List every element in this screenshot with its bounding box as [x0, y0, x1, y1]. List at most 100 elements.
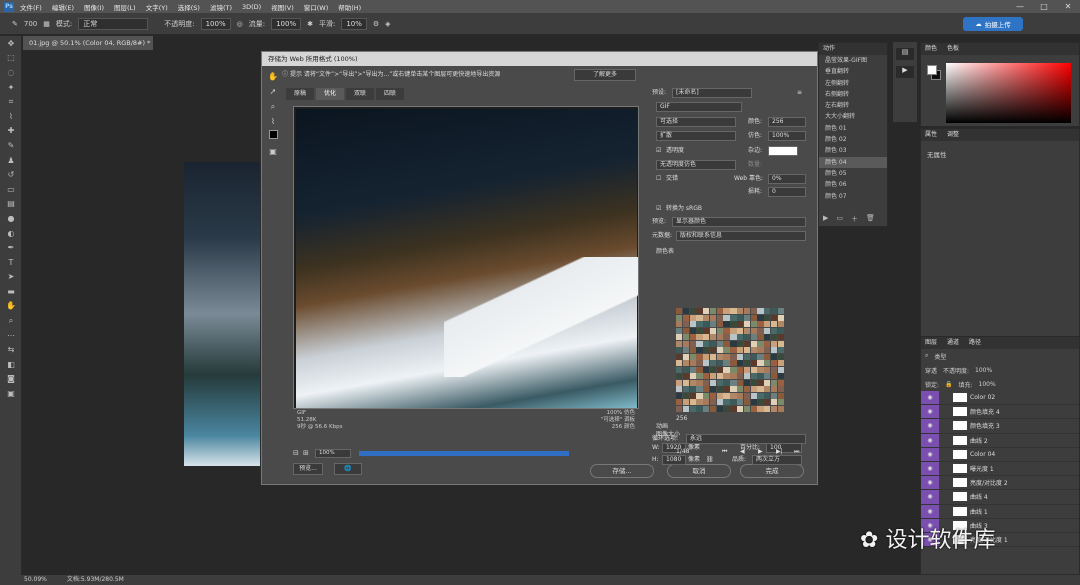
colors-input[interactable]: 256: [768, 117, 806, 127]
palette-swatch[interactable]: [682, 347, 690, 354]
palette-swatch[interactable]: [676, 360, 683, 367]
palette-swatch[interactable]: [682, 340, 690, 347]
palette-swatch[interactable]: [750, 360, 757, 367]
tab-adjustments[interactable]: 调整: [947, 129, 959, 141]
maximize-button[interactable]: □: [1032, 0, 1056, 13]
actions-panel-icon[interactable]: ▶: [896, 66, 914, 78]
eye-icon[interactable]: ◉: [921, 419, 939, 433]
palette-swatch[interactable]: [709, 327, 717, 334]
palette-swatch[interactable]: [723, 334, 730, 341]
palette-swatch[interactable]: [689, 373, 696, 380]
palette-swatch[interactable]: [737, 360, 744, 367]
palette-swatch[interactable]: [743, 386, 751, 393]
palette-swatch[interactable]: [709, 360, 717, 367]
palette-swatch[interactable]: [689, 366, 696, 373]
palette-swatch[interactable]: [764, 327, 771, 334]
palette-swatch[interactable]: [750, 340, 757, 347]
palette-swatch[interactable]: [689, 399, 696, 406]
palette-swatch[interactable]: [703, 353, 710, 360]
palette-swatch[interactable]: [696, 347, 703, 354]
menu-image[interactable]: 图像(I): [84, 2, 104, 12]
palette-swatch[interactable]: [743, 327, 751, 334]
palette-swatch[interactable]: [689, 340, 696, 347]
palette-swatch[interactable]: [770, 405, 778, 412]
status-zoom[interactable]: 50.09%: [24, 575, 47, 585]
learn-more-button[interactable]: 了解更多: [574, 69, 636, 81]
layer-row[interactable]: ◉ 曝光度 1: [921, 461, 1079, 477]
palette-swatch[interactable]: [709, 340, 717, 347]
palette-swatch[interactable]: [743, 379, 751, 386]
palette-swatch[interactable]: [750, 353, 757, 360]
tab-paths[interactable]: 路径: [969, 337, 981, 349]
palette-swatch[interactable]: [716, 379, 723, 386]
palette-swatch[interactable]: [716, 392, 723, 399]
shape-tool-icon[interactable]: ▬: [0, 284, 22, 299]
palette-swatch[interactable]: [716, 405, 723, 412]
palette-swatch[interactable]: [723, 308, 730, 315]
palette-swatch[interactable]: [682, 366, 690, 373]
palette-swatch[interactable]: [676, 340, 683, 347]
palette-swatch[interactable]: [689, 379, 696, 386]
play-icon[interactable]: ▶: [823, 214, 828, 226]
palette-swatch[interactable]: [757, 321, 764, 328]
palette-swatch[interactable]: [737, 392, 744, 399]
close-button[interactable]: ✕: [1056, 0, 1080, 13]
action-item[interactable]: 晶莹效果-GIF图: [819, 55, 887, 66]
palette-swatch[interactable]: [682, 353, 690, 360]
palette-swatch[interactable]: [757, 314, 764, 321]
type-tool-icon[interactable]: T: [0, 255, 22, 270]
palette-swatch[interactable]: [709, 386, 717, 393]
dither-input[interactable]: 100%: [768, 131, 806, 141]
palette-swatch[interactable]: [777, 334, 784, 341]
flow-input[interactable]: 100%: [271, 17, 302, 30]
action-item[interactable]: 左右翻转: [819, 100, 887, 111]
zoom-out-icon[interactable]: ⊟: [293, 449, 299, 457]
more-tools-icon[interactable]: ⋯: [0, 328, 22, 343]
palette-swatch[interactable]: [777, 314, 784, 321]
brush-panel-icon[interactable]: ▦: [43, 20, 50, 28]
next-frame-icon[interactable]: ▶|: [776, 447, 783, 457]
toggle-slices-icon[interactable]: ▣: [266, 145, 280, 159]
palette-swatch[interactable]: [709, 379, 717, 386]
move-tool-icon[interactable]: ✥: [0, 36, 22, 51]
palette-swatch[interactable]: [696, 366, 703, 373]
palette-swatch[interactable]: [696, 360, 703, 367]
format-select[interactable]: GIF: [656, 102, 742, 112]
palette-swatch[interactable]: [770, 321, 778, 328]
palette-swatch[interactable]: [676, 334, 683, 341]
hand-icon[interactable]: ✋: [266, 70, 280, 84]
palette-swatch[interactable]: [730, 308, 737, 315]
menu-layer[interactable]: 图层(L): [114, 2, 136, 12]
eye-icon[interactable]: ◉: [921, 504, 939, 518]
palette-swatch[interactable]: [716, 353, 723, 360]
palette-swatch[interactable]: [737, 321, 744, 328]
palette-swatch[interactable]: [696, 314, 703, 321]
palette-swatch[interactable]: [723, 340, 730, 347]
palette-swatch[interactable]: [709, 308, 717, 315]
palette-swatch[interactable]: [764, 347, 771, 354]
palette-swatch[interactable]: [777, 353, 784, 360]
eye-icon[interactable]: ◉: [921, 433, 939, 447]
transparency-dither-select[interactable]: 无透明度仿色: [656, 160, 736, 170]
palette-swatch[interactable]: [689, 308, 696, 315]
palette-swatch[interactable]: [723, 347, 730, 354]
convert-srgb-checkbox[interactable]: ☑: [656, 204, 661, 214]
preview-button[interactable]: 预览...: [293, 463, 323, 475]
palette-swatch[interactable]: [750, 392, 757, 399]
palette-swatch[interactable]: [777, 379, 784, 386]
palette-swatch[interactable]: [682, 327, 690, 334]
palette-swatch[interactable]: [682, 373, 690, 380]
palette-swatch[interactable]: [770, 353, 778, 360]
dither-algo-select[interactable]: 扩散: [656, 131, 736, 141]
palette-swatch[interactable]: [750, 334, 757, 341]
palette-swatch[interactable]: [703, 373, 710, 380]
palette-swatch[interactable]: [730, 360, 737, 367]
layer-row[interactable]: ◉ 颜色填充 3: [921, 419, 1079, 434]
marquee-tool-icon[interactable]: ⬚: [0, 51, 22, 66]
color-picker-field[interactable]: [946, 63, 1071, 123]
palette-swatch[interactable]: [723, 373, 730, 380]
palette-swatch[interactable]: [703, 360, 710, 367]
palette-swatch[interactable]: [743, 392, 751, 399]
tab-4up[interactable]: 四联: [376, 88, 405, 100]
palette-swatch[interactable]: [764, 386, 771, 393]
